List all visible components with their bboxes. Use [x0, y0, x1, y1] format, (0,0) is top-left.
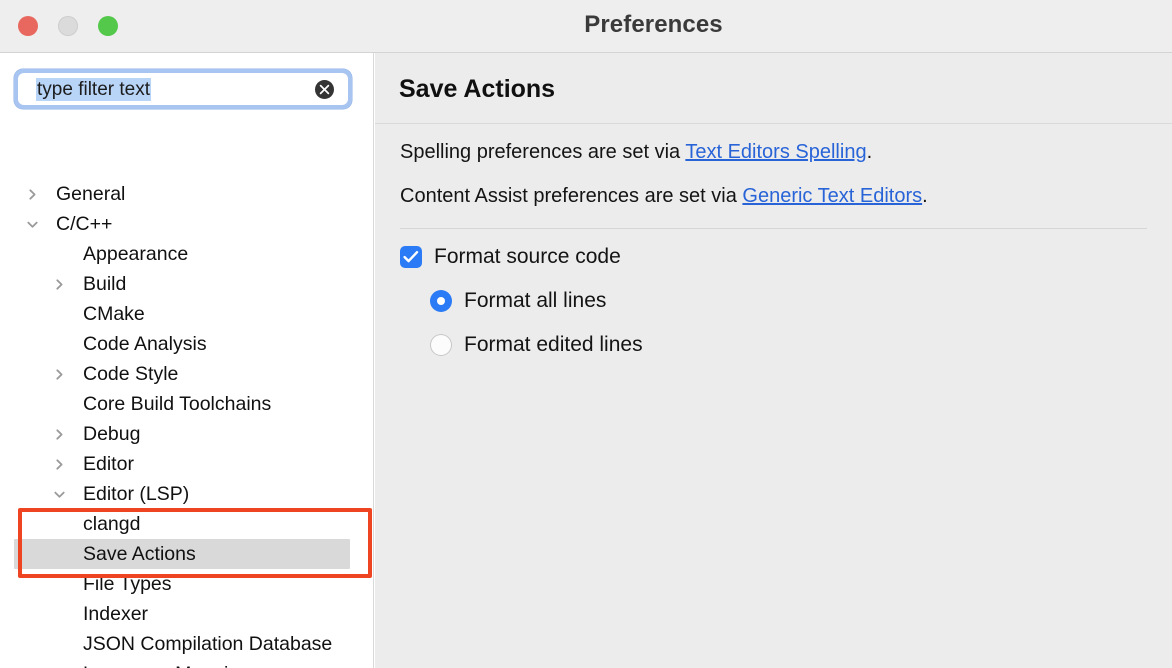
spelling-note: Spelling preferences are set via Text Ed…	[400, 141, 872, 164]
chevron-down-icon[interactable]	[25, 217, 39, 231]
generic-text-editors-link[interactable]: Generic Text Editors	[742, 185, 922, 207]
format-all-lines-label: Format all lines	[464, 289, 607, 312]
preferences-sidebar: type filter text General C/C++ Appearance B…	[0, 53, 374, 668]
tree-item[interactable]: CMake	[0, 299, 352, 329]
tree-item-label: Code Analysis	[83, 333, 207, 355]
chevron-right-icon[interactable]	[25, 187, 39, 201]
tree-item-label: Build	[83, 273, 127, 295]
content-assist-note-prefix: Content Assist preferences are set via	[400, 185, 743, 207]
chevron-down-icon[interactable]	[52, 487, 66, 501]
save-actions-panel: Save Actions Spelling preferences are se…	[375, 53, 1172, 668]
tree-item[interactable]: Language Mappings	[0, 659, 352, 668]
window-title: Preferences	[584, 11, 723, 38]
title-bar: Preferences	[0, 0, 1172, 53]
page-title: Save Actions	[399, 75, 556, 103]
tree-item[interactable]: Code Style	[0, 359, 352, 389]
tree-item-label: Appearance	[83, 243, 189, 265]
tree-item[interactable]: Debug	[0, 419, 352, 449]
format-edited-lines-radio[interactable]	[430, 334, 452, 356]
tree-item-label: CMake	[83, 303, 145, 325]
chevron-right-icon[interactable]	[52, 277, 66, 291]
tree-item-label: JSON Compilation Database	[83, 633, 333, 655]
tree-item[interactable]: General	[0, 179, 352, 209]
spelling-note-prefix: Spelling preferences are set via	[400, 141, 686, 163]
tree-item[interactable]: Indexer	[0, 599, 352, 629]
tree-item[interactable]: Editor (LSP)	[0, 479, 352, 509]
tree-item[interactable]: JSON Compilation Database	[0, 629, 352, 659]
tree-item-label: File Types	[83, 573, 172, 595]
content-assist-note-suffix: .	[922, 185, 928, 207]
tree-item[interactable]: Core Build Toolchains	[0, 389, 352, 419]
tree-item-label: Save Actions	[83, 543, 196, 565]
tree-item[interactable]: C/C++	[0, 209, 352, 239]
format-source-code-label: Format source code	[434, 245, 621, 268]
format-source-code-row[interactable]: Format source code	[400, 245, 621, 269]
tree-item-label: Editor (LSP)	[83, 483, 190, 505]
preferences-window: Preferences type filter text General C/C+…	[0, 0, 1172, 668]
search-input-value: type filter text	[36, 78, 151, 101]
section-divider	[400, 228, 1147, 229]
tree-item[interactable]: File Types	[0, 569, 352, 599]
tree-item-label: Debug	[83, 423, 141, 445]
tree-rows: General C/C++ Appearance Build CMake Code Ana…	[0, 179, 352, 668]
tree-item-label: clangd	[83, 513, 141, 535]
tree-item-label: Language Mappings	[83, 659, 260, 668]
format-edited-lines-label: Format edited lines	[464, 333, 643, 356]
tree-item[interactable]: Build	[0, 269, 352, 299]
header-divider	[375, 123, 1172, 124]
close-circle-icon[interactable]	[315, 80, 334, 99]
tree-item[interactable]: Appearance	[0, 239, 352, 269]
format-source-code-checkbox[interactable]	[400, 246, 422, 268]
filter-search-field[interactable]: type filter text	[14, 69, 352, 109]
spelling-note-suffix: .	[866, 141, 873, 163]
content-assist-note: Content Assist preferences are set via G…	[400, 185, 928, 208]
tree-item[interactable]: Save Actions	[0, 539, 352, 569]
tree-item-label: Editor	[83, 453, 134, 475]
tree-item[interactable]: clangd	[0, 509, 352, 539]
tree-item-label: C/C++	[56, 213, 113, 235]
format-all-lines-radio[interactable]	[430, 290, 452, 312]
tree-item-label: Code Style	[83, 363, 179, 385]
chevron-right-icon[interactable]	[52, 457, 66, 471]
format-all-lines-row[interactable]: Format all lines	[430, 289, 606, 313]
tree-item[interactable]: Code Analysis	[0, 329, 352, 359]
tree-item[interactable]: Editor	[0, 449, 352, 479]
format-edited-lines-row[interactable]: Format edited lines	[430, 333, 643, 357]
search-input[interactable]: type filter text	[18, 73, 348, 105]
chevron-right-icon[interactable]	[52, 427, 66, 441]
tree-item-label: Indexer	[83, 603, 149, 625]
text-editors-spelling-link[interactable]: Text Editors Spelling	[685, 141, 866, 163]
preferences-tree: General C/C++ Appearance Build CMake Code Ana…	[0, 116, 352, 668]
tree-item-label: Core Build Toolchains	[83, 393, 272, 415]
tree-item-label: General	[56, 183, 126, 205]
chevron-right-icon[interactable]	[52, 367, 66, 381]
